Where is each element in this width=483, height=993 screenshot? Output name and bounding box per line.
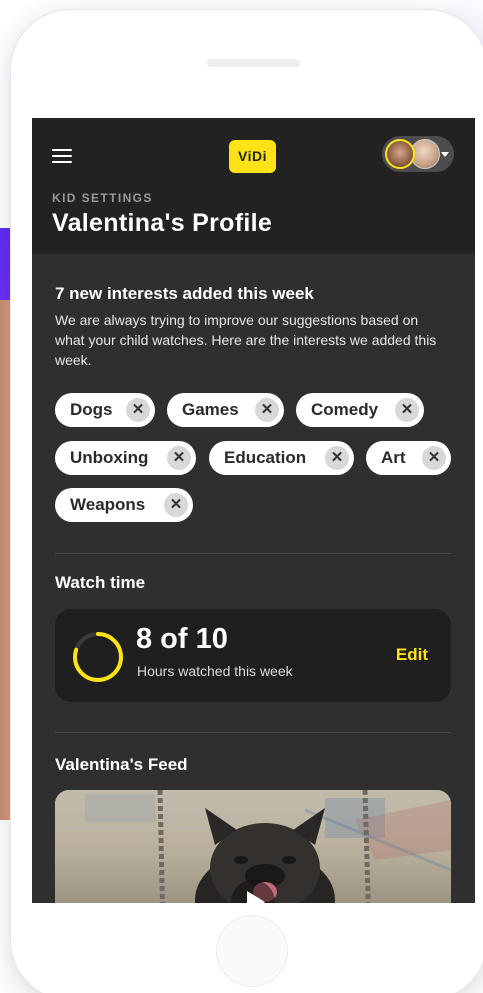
account-switcher[interactable]	[382, 136, 454, 172]
dog-thumbnail-image	[55, 790, 451, 903]
interest-chip-dogs[interactable]: Dogs ✕	[55, 393, 155, 427]
close-icon[interactable]: ✕	[422, 446, 446, 470]
watch-progress-ring	[73, 632, 123, 682]
feed-heading: Valentina's Feed	[55, 755, 188, 774]
watch-time-card: 8 of 10 Hours watched this week Edit	[55, 609, 451, 702]
avatar-child	[385, 139, 415, 169]
interest-chip-art[interactable]: Art ✕	[366, 441, 451, 475]
section-label: KID SETTINGS	[52, 191, 153, 205]
hamburger-menu-icon[interactable]	[52, 148, 72, 164]
interest-chip-games[interactable]: Games ✕	[167, 393, 284, 427]
interest-chip-education[interactable]: Education ✕	[209, 441, 354, 475]
section-divider	[55, 553, 451, 554]
edit-watch-time-button[interactable]: Edit	[396, 645, 428, 665]
watch-time-heading: Watch time	[55, 573, 146, 592]
chip-label: Education	[224, 448, 307, 467]
watch-count: 8 of 10	[136, 623, 228, 655]
close-icon[interactable]: ✕	[126, 398, 150, 422]
profile-header: ViDi KID SETTINGS Valentina's Profile	[32, 118, 475, 254]
close-icon[interactable]: ✕	[167, 446, 191, 470]
close-icon[interactable]: ✕	[255, 398, 279, 422]
phone-home-button[interactable]	[216, 915, 288, 987]
chip-label: Games	[182, 400, 239, 419]
app-screen: ViDi KID SETTINGS Valentina's Profile 7 …	[32, 118, 475, 903]
chip-label: Art	[381, 448, 406, 467]
chip-label: Comedy	[311, 400, 379, 419]
close-icon[interactable]: ✕	[325, 446, 349, 470]
watch-subtitle: Hours watched this week	[137, 663, 293, 679]
vidi-logo[interactable]: ViDi	[229, 140, 276, 173]
feed-video-thumbnail[interactable]	[55, 790, 451, 903]
section-divider	[55, 732, 451, 733]
close-icon[interactable]: ✕	[395, 398, 419, 422]
close-icon[interactable]: ✕	[164, 493, 188, 517]
interest-chip-comedy[interactable]: Comedy ✕	[296, 393, 424, 427]
interest-chip-unboxing[interactable]: Unboxing ✕	[55, 441, 196, 475]
chip-label: Dogs	[70, 400, 113, 419]
chip-label: Unboxing	[70, 448, 149, 467]
interest-chip-weapons[interactable]: Weapons ✕	[55, 488, 193, 522]
chip-label: Weapons	[70, 495, 146, 514]
phone-speaker	[207, 59, 300, 67]
page-title: Valentina's Profile	[52, 209, 273, 237]
interests-description: We are always trying to improve our sugg…	[55, 312, 437, 368]
chevron-down-icon	[441, 152, 449, 157]
interests-heading: 7 new interests added this week	[55, 284, 314, 303]
